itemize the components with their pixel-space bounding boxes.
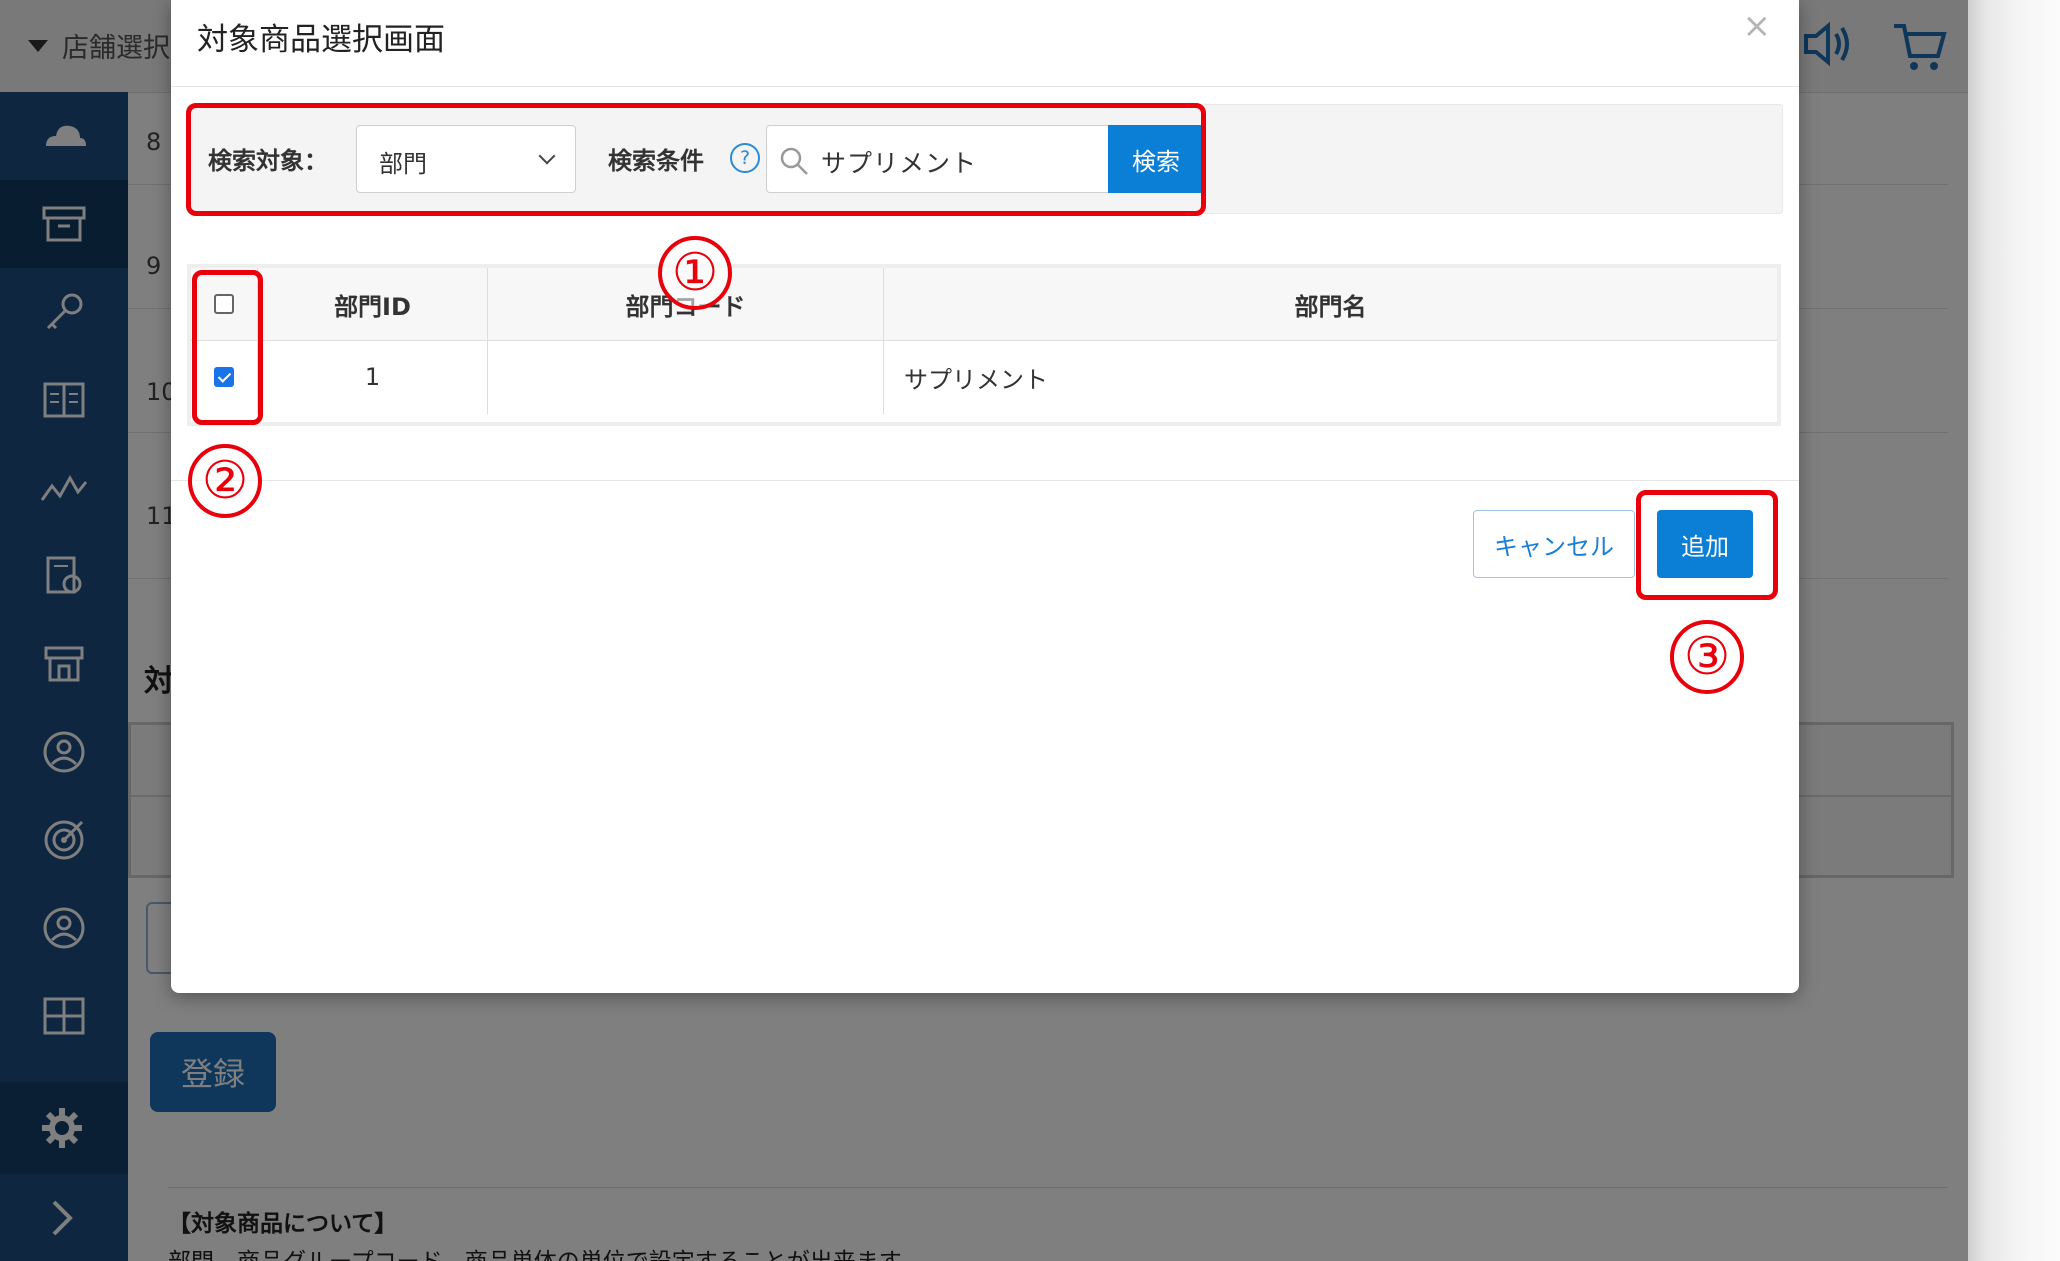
window-shadow <box>1968 0 2060 1261</box>
department-code <box>487 340 883 414</box>
results-table: 部門ID 部門コード 部門名 1 サプリメント <box>187 264 1781 426</box>
annotation-box-search <box>186 103 1206 216</box>
cancel-button[interactable]: キャンセル <box>1473 510 1635 578</box>
modal-title: 対象商品選択画面 <box>197 22 445 58</box>
annotation-marker-3: ③ <box>1670 620 1744 694</box>
table-header: 部門ID 部門コード 部門名 <box>191 268 1777 341</box>
column-header[interactable]: 部門名 <box>883 268 1777 340</box>
modal-header: 対象商品選択画面 × <box>171 0 1799 87</box>
department-name: サプリメント <box>883 340 1777 414</box>
annotation-box-checkbox <box>192 270 263 425</box>
annotation-marker-1: ① <box>658 236 732 310</box>
annotation-marker-2: ② <box>188 444 262 518</box>
annotation-box-add <box>1636 490 1778 600</box>
close-icon[interactable]: × <box>1743 6 1772 46</box>
column-header[interactable]: 部門ID <box>257 268 487 340</box>
table-row[interactable]: 1 サプリメント <box>191 340 1777 414</box>
department-id: 1 <box>257 340 487 414</box>
